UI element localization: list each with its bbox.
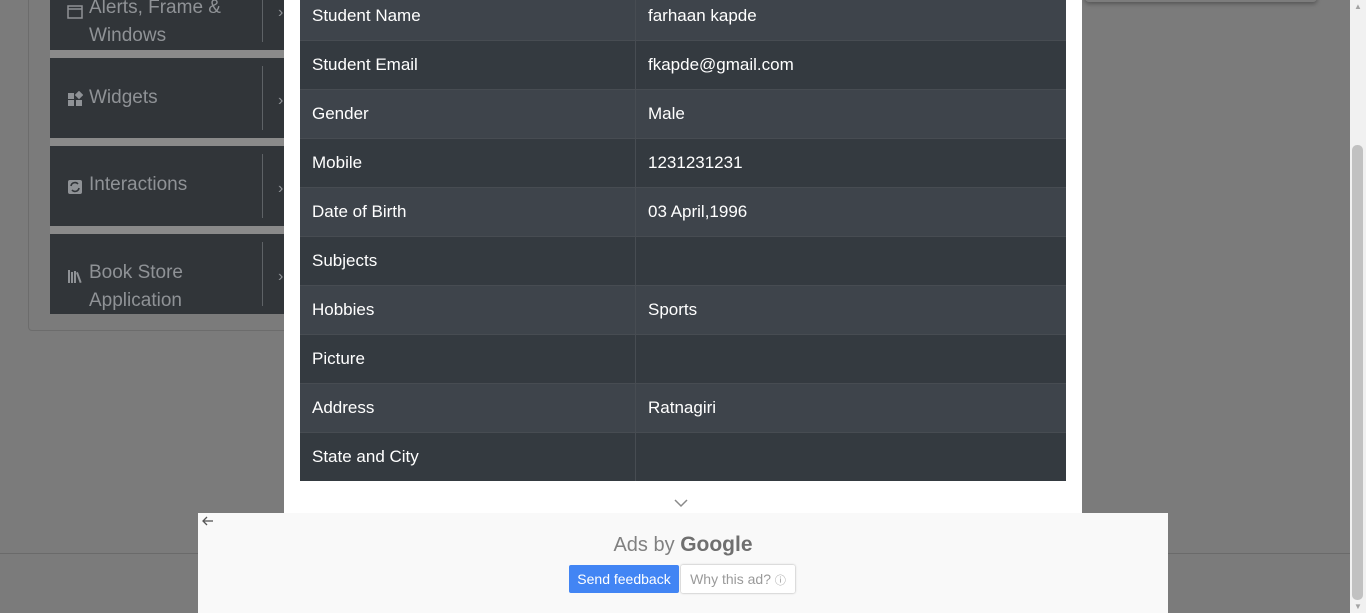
row-value: farhaan kapde (635, 0, 1066, 41)
table-row: Student Name farhaan kapde (300, 0, 1066, 41)
table-row: Hobbies Sports (300, 285, 1066, 335)
books-icon (68, 270, 82, 284)
widgets-icon (68, 91, 83, 106)
row-value (635, 236, 1066, 286)
row-value: 1231231231 (635, 138, 1066, 188)
chevron-right-icon: › (278, 4, 284, 21)
row-label: State and City (300, 432, 636, 481)
sidebar-group-interactions[interactable]: Interactions › (50, 146, 290, 226)
row-value (635, 334, 1066, 384)
back-arrow-icon[interactable] (201, 514, 215, 528)
row-value: 03 April,1996 (635, 187, 1066, 237)
divider (262, 0, 263, 42)
send-feedback-button[interactable]: Send feedback (569, 565, 679, 593)
sidebar-group-label: Book Store (89, 262, 183, 283)
scroll-up-icon[interactable]: ▲ (1354, 2, 1362, 11)
row-label: Date of Birth (300, 187, 636, 237)
table-row: State and City (300, 432, 1066, 481)
row-label: Student Name (300, 0, 636, 41)
row-value (635, 432, 1066, 481)
row-label: Subjects (300, 236, 636, 286)
sidebar-group-book-store-application[interactable]: Book Store Application › (50, 234, 290, 314)
row-label: Address (300, 383, 636, 433)
chevron-right-icon: › (278, 180, 284, 197)
sidebar-group-widgets[interactable]: Widgets › (50, 58, 290, 138)
row-label: Mobile (300, 138, 636, 188)
google-logo: Google (680, 533, 753, 556)
table-row: Address Ratnagiri (300, 383, 1066, 433)
sidebar-group-label: Alerts, Frame & (89, 0, 221, 18)
table-row: Picture (300, 334, 1066, 384)
table-row: Mobile 1231231231 (300, 138, 1066, 188)
ads-by-google: Ads by Google (198, 533, 1168, 557)
table-row: Gender Male (300, 89, 1066, 139)
info-icon: ⓘ (774, 575, 786, 587)
sidebar-group-alerts-frame-windows[interactable]: Alerts, Frame & Windows › (50, 0, 290, 50)
why-this-ad-label: Why this ad? (690, 571, 772, 587)
ads-by-label: Ads by (613, 534, 675, 556)
table-row: Subjects (300, 236, 1066, 286)
sidebar-group-label: Interactions (89, 174, 188, 195)
row-value: fkapde@gmail.com (635, 40, 1066, 90)
submission-results-table: Student Name farhaan kapde Student Email… (300, 0, 1066, 481)
divider (50, 226, 290, 234)
window-icon (67, 5, 83, 19)
scroll-down-icon[interactable]: ▼ (1354, 602, 1362, 611)
row-label: Student Email (300, 40, 636, 90)
background-card (1085, 0, 1317, 2)
sidebar-group-label-line2: Application (89, 290, 182, 311)
chevron-right-icon: › (278, 92, 284, 109)
row-label: Picture (300, 334, 636, 384)
divider (262, 154, 263, 218)
scrollbar-thumb[interactable] (1352, 145, 1363, 600)
row-label: Hobbies (300, 285, 636, 335)
row-value: Ratnagiri (635, 383, 1066, 433)
sidebar-group-label-line2: Windows (89, 25, 167, 46)
sidebar-group-label: Widgets (89, 87, 158, 108)
divider (50, 50, 290, 58)
divider (50, 138, 290, 146)
row-value: Male (635, 89, 1066, 139)
row-label: Gender (300, 89, 636, 139)
chevron-down-icon[interactable] (673, 497, 689, 509)
table-row: Student Email fkapde@gmail.com (300, 40, 1066, 90)
divider (262, 242, 263, 306)
chevron-right-icon: › (278, 268, 284, 285)
interactions-icon (68, 180, 82, 194)
why-this-ad-button[interactable]: Why this ad? ⓘ (681, 565, 795, 593)
table-row: Date of Birth 03 April,1996 (300, 187, 1066, 237)
google-ad-banner: Ads by Google Send feedback Why this ad?… (198, 513, 1168, 613)
row-value: Sports (635, 285, 1066, 335)
divider (262, 66, 263, 130)
